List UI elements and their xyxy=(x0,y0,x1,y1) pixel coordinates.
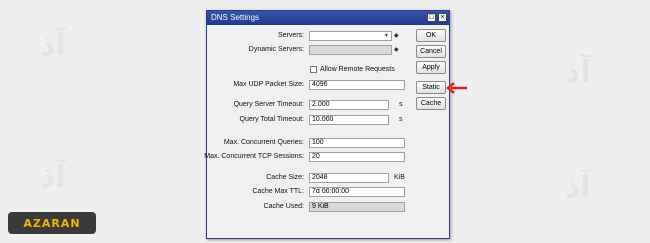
servers-input[interactable]: ▼ xyxy=(309,31,392,41)
cache-max-ttl-input[interactable]: 7d 00:00:00 xyxy=(309,187,405,197)
watermark-logo: آذ xyxy=(565,170,591,205)
query-total-timeout-input[interactable]: 10.000 xyxy=(309,115,389,125)
cancel-button[interactable]: Cancel xyxy=(416,45,446,58)
servers-label: Servers: xyxy=(277,32,304,39)
expand-icon[interactable]: ◆ xyxy=(394,47,400,53)
annotation-arrow-icon xyxy=(446,82,467,94)
cache-size-label: Cache Size: xyxy=(266,174,304,181)
brand-logo: AZARAN xyxy=(8,212,96,234)
cache-used-label: Cache Used: xyxy=(263,203,304,210)
seconds-unit: s xyxy=(399,101,403,108)
cache-used-field: 9 KiB xyxy=(309,202,405,212)
watermark-logo: آذ xyxy=(565,55,591,90)
query-total-timeout-label: Query Total Timeout: xyxy=(239,116,304,123)
dynamic-servers-label: Dynamic Servers: xyxy=(248,46,304,53)
cache-max-ttl-label: Cache Max TTL: xyxy=(252,188,304,195)
add-server-icon[interactable]: ◆ xyxy=(394,33,400,39)
max-udp-label: Max UDP Packet Size: xyxy=(233,81,304,88)
allow-remote-checkbox[interactable] xyxy=(310,66,317,73)
static-button[interactable]: Static xyxy=(416,81,446,94)
max-udp-input[interactable]: 4096 xyxy=(309,80,405,90)
ok-button[interactable]: OK xyxy=(416,29,446,42)
dynamic-servers-field xyxy=(309,45,392,55)
brand-logo-text: AZARAN xyxy=(23,216,81,230)
max-concurrent-queries-label: Max. Concurrent Queries: xyxy=(223,139,304,146)
maximize-icon[interactable]: □ xyxy=(427,13,436,22)
query-server-timeout-input[interactable]: 2.000 xyxy=(309,100,389,110)
max-concurrent-tcp-label: Max. Concurrent TCP Sessions: xyxy=(204,153,304,160)
window-title: DNS Settings xyxy=(211,13,260,22)
close-icon[interactable]: × xyxy=(438,13,447,22)
watermark-logo: آذ xyxy=(40,28,66,63)
seconds-unit: s xyxy=(399,116,403,123)
allow-remote-label: Allow Remote Requests xyxy=(320,66,395,73)
cache-size-input[interactable]: 2048 xyxy=(309,173,389,183)
query-server-timeout-label: Query Server Timeout: xyxy=(233,101,304,108)
dropdown-arrow-icon[interactable]: ▼ xyxy=(384,33,390,39)
watermark-logo: آذ xyxy=(40,160,66,195)
max-concurrent-queries-input[interactable]: 100 xyxy=(309,138,405,148)
cache-button[interactable]: Cache xyxy=(416,97,446,110)
max-concurrent-tcp-input[interactable]: 20 xyxy=(309,152,405,162)
apply-button[interactable]: Apply xyxy=(416,61,446,74)
kib-unit: KiB xyxy=(394,174,405,181)
title-bar: DNS Settings □ × xyxy=(207,11,449,25)
dns-settings-window: DNS Settings □ × Servers: ▼ ◆ Dynamic Se… xyxy=(204,10,450,239)
